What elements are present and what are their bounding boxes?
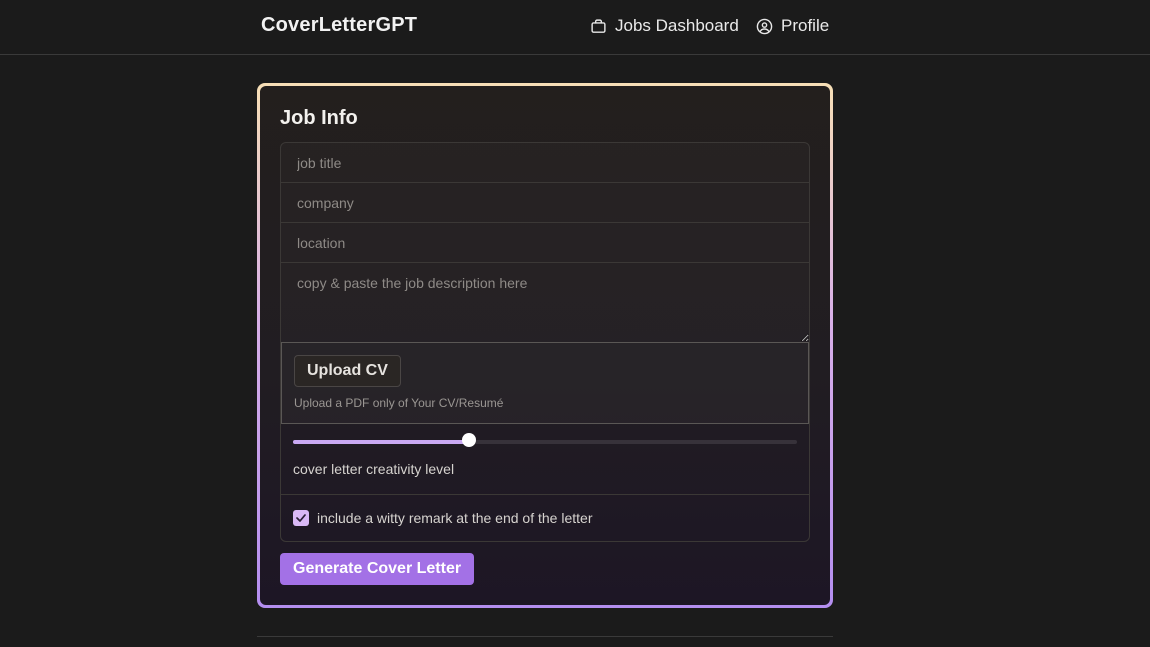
- job-title-input[interactable]: [281, 143, 809, 183]
- creativity-slider-fill: [293, 440, 470, 444]
- upload-hint: Upload a PDF only of Your CV/Resumé: [294, 396, 504, 410]
- top-navbar: CoverLetterGPT Jobs Dashboard Profile: [0, 0, 1150, 55]
- briefcase-icon: [591, 18, 606, 33]
- witty-remark-checkbox[interactable]: [293, 510, 309, 526]
- nav-jobs-dashboard-label: Jobs Dashboard: [615, 16, 739, 35]
- creativity-slider-thumb[interactable]: [462, 433, 477, 447]
- creativity-slider-section: cover letter creativity level: [281, 424, 809, 495]
- creativity-slider-label: cover letter creativity level: [293, 461, 455, 477]
- nav-profile[interactable]: Profile: [756, 16, 829, 36]
- upload-cv-section: Upload CV Upload a PDF only of Your CV/R…: [281, 343, 809, 424]
- company-input[interactable]: [281, 183, 809, 223]
- brand-logo[interactable]: CoverLetterGPT: [261, 14, 417, 37]
- bottom-divider: [257, 636, 833, 637]
- job-description-textarea[interactable]: [281, 263, 809, 343]
- card-title: Job Info: [280, 107, 358, 129]
- location-input[interactable]: [281, 223, 809, 263]
- checkmark-icon: [296, 514, 306, 522]
- witty-remark-label[interactable]: include a witty remark at the end of the…: [317, 510, 592, 526]
- witty-remark-section: include a witty remark at the end of the…: [281, 495, 809, 541]
- nav-profile-label: Profile: [781, 16, 830, 35]
- upload-cv-button[interactable]: Upload CV: [294, 355, 401, 387]
- job-info-card: Job Info Upload CV Upload a PDF only of …: [257, 83, 833, 608]
- creativity-slider-track[interactable]: [293, 440, 797, 444]
- job-info-form: Upload CV Upload a PDF only of Your CV/R…: [280, 142, 810, 542]
- job-info-card-body: Job Info Upload CV Upload a PDF only of …: [260, 86, 830, 605]
- user-circle-icon: [756, 18, 773, 34]
- nav-jobs-dashboard[interactable]: Jobs Dashboard: [590, 16, 739, 36]
- generate-cover-letter-button[interactable]: Generate Cover Letter: [280, 553, 475, 585]
